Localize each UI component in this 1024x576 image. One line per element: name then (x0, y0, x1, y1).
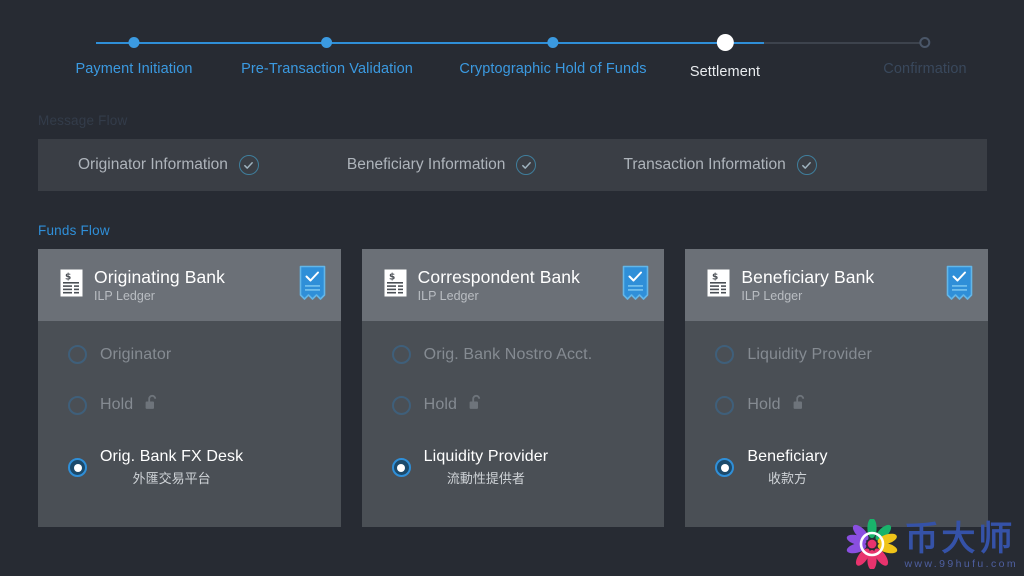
funds-row-label: Originator (100, 345, 172, 363)
radio-selected-icon[interactable] (391, 458, 411, 477)
funds-flow-card-correspondent-bank: $ Correspondent Bank ILP Ledger Orig. Ba… (361, 249, 665, 527)
card-header-text: Correspondent Bank ILP Ledger (418, 267, 623, 302)
funds-row-originator[interactable]: Originator (38, 345, 341, 364)
step-dot-done (321, 37, 333, 48)
funds-row-text: Orig. Bank FX Desk 外匯交易平台 (100, 448, 243, 487)
svg-text:$: $ (389, 272, 395, 282)
funds-flow-card-beneficiary-bank: $ Beneficiary Bank ILP Ledger Liquidity … (685, 249, 989, 527)
funds-row-hold[interactable]: Hold (38, 394, 341, 416)
ledger-label: ILP Ledger (417, 288, 479, 303)
funds-row-text: Beneficiary 收款方 (747, 448, 827, 487)
step-label: Payment Initiation (75, 61, 193, 77)
radio-unselected-icon[interactable] (391, 345, 411, 364)
funds-row-label: Hold (423, 396, 457, 413)
card-header: $ Beneficiary Bank ILP Ledger (685, 249, 989, 321)
unlocked-padlock-icon (144, 394, 160, 416)
funds-row-beneficiary[interactable]: Beneficiary 收款方 (685, 446, 988, 487)
funds-row-label: Liquidity Provider (423, 448, 549, 465)
message-flow-bar: Originator Information Beneficiary Infor… (38, 139, 987, 191)
bank-name: Originating Bank (94, 267, 225, 288)
funds-row-hold[interactable]: Hold (685, 394, 988, 416)
funds-flow-section-label: Funds Flow (38, 223, 110, 238)
funds-row-liquidity-provider[interactable]: Liquidity Provider (685, 345, 988, 364)
card-header-text: Originating Bank ILP Ledger (94, 267, 299, 302)
step-label: Cryptographic Hold of Funds (459, 61, 647, 77)
radio-unselected-icon[interactable] (68, 345, 87, 364)
card-header: $ Originating Bank ILP Ledger (38, 249, 341, 321)
message-flow-item-transaction-information[interactable]: Transaction Information (623, 155, 817, 175)
radio-selected-icon[interactable] (68, 458, 87, 477)
step-dot-done (128, 37, 140, 48)
watermark-text: 币大师 www.99hufu.com (904, 519, 1018, 570)
watermark-brand: 币大师 (904, 519, 1016, 560)
step-cryptographic-hold-of-funds[interactable]: Cryptographic Hold of Funds (459, 28, 647, 77)
funds-row-liquidity-provider[interactable]: Liquidity Provider 流動性提供者 (362, 446, 665, 487)
progress-stepper: Payment Initiation Pre-Transaction Valid… (38, 28, 986, 90)
funds-row-orig-bank-fx-desk[interactable]: Orig. Bank FX Desk 外匯交易平台 (38, 446, 341, 487)
invoice-dollar-icon: $ (384, 269, 407, 302)
check-circle-icon (516, 155, 537, 175)
check-circle-icon (238, 155, 259, 175)
card-body: Orig. Bank Nostro Acct. Hold Liquidity P… (362, 321, 665, 527)
bank-name: Correspondent Bank (417, 267, 580, 288)
funds-row-orig-bank-nostro-acct[interactable]: Orig. Bank Nostro Acct. (362, 345, 665, 364)
funds-row-text: Liquidity Provider 流動性提供者 (424, 448, 549, 487)
funds-row-label: Orig. Bank FX Desk (100, 448, 244, 465)
step-dot-current (716, 34, 734, 51)
svg-text:$: $ (712, 272, 718, 282)
funds-row-label: Orig. Bank Nostro Acct. (423, 345, 593, 363)
step-settlement[interactable]: Settlement (690, 28, 760, 80)
message-flow-item-originator-information[interactable]: Originator Information (78, 155, 259, 175)
message-flow-item-label: Transaction Information (623, 156, 786, 173)
ledger-label: ILP Ledger (94, 288, 155, 303)
check-circle-icon (796, 155, 817, 175)
funds-row-label: Hold (747, 396, 781, 413)
funds-flow-card-originating-bank: $ Originating Bank ILP Ledger Originator… (38, 249, 341, 527)
radio-unselected-icon[interactable] (68, 395, 87, 415)
ledger-label: ILP Ledger (741, 288, 803, 303)
funds-row-label: Hold (100, 396, 134, 413)
card-header: $ Correspondent Bank ILP Ledger (361, 249, 665, 321)
watermark: 币大师 www.99hufu.com (846, 518, 1018, 574)
certified-receipt-icon (299, 265, 326, 306)
certified-receipt-icon (622, 265, 649, 306)
funds-row-hold[interactable]: Hold (362, 394, 665, 416)
funds-row-label: Beneficiary (747, 448, 828, 465)
message-flow-item-label: Originator Information (78, 156, 228, 173)
step-label: Settlement (689, 64, 761, 80)
flower-logo-icon (846, 518, 898, 574)
unlocked-padlock-icon (792, 394, 808, 416)
funds-row-sublabel: 收款方 (767, 471, 807, 486)
message-flow-section-label: Message Flow (38, 113, 128, 128)
step-payment-initiation[interactable]: Payment Initiation (75, 28, 192, 77)
card-body: Liquidity Provider Hold Beneficiary 收款方 (685, 321, 988, 527)
message-flow-item-label: Beneficiary Information (346, 156, 506, 173)
card-body: Originator Hold Orig. Bank FX Desk 外匯交易平… (38, 321, 341, 527)
funds-row-sublabel: 流動性提供者 (446, 471, 525, 486)
invoice-dollar-icon: $ (707, 269, 730, 302)
step-confirmation[interactable]: Confirmation (883, 28, 967, 77)
radio-unselected-icon[interactable] (715, 395, 735, 415)
unlocked-padlock-icon (468, 394, 484, 416)
radio-unselected-icon[interactable] (391, 395, 411, 415)
message-flow-item-beneficiary-information[interactable]: Beneficiary Information (347, 155, 537, 175)
funds-flow-cards: $ Originating Bank ILP Ledger Originator… (38, 249, 989, 527)
svg-text:$: $ (65, 272, 71, 282)
step-dot-done (547, 37, 559, 48)
radio-selected-icon[interactable] (715, 458, 735, 477)
funds-row-sublabel: 外匯交易平台 (132, 471, 211, 486)
card-header-text: Beneficiary Bank ILP Ledger (741, 267, 946, 302)
invoice-dollar-icon: $ (60, 269, 83, 302)
radio-unselected-icon[interactable] (715, 345, 735, 364)
watermark-url: www.99hufu.com (904, 557, 1018, 570)
certified-receipt-icon (946, 265, 973, 306)
step-dot-pending (919, 37, 931, 48)
step-pre-transaction-validation[interactable]: Pre-Transaction Validation (241, 28, 413, 77)
step-label: Pre-Transaction Validation (241, 61, 413, 77)
stepper-track-fill (96, 42, 764, 44)
step-label: Confirmation (883, 61, 967, 77)
bank-name: Beneficiary Bank (741, 267, 875, 288)
funds-row-label: Liquidity Provider (747, 345, 872, 363)
